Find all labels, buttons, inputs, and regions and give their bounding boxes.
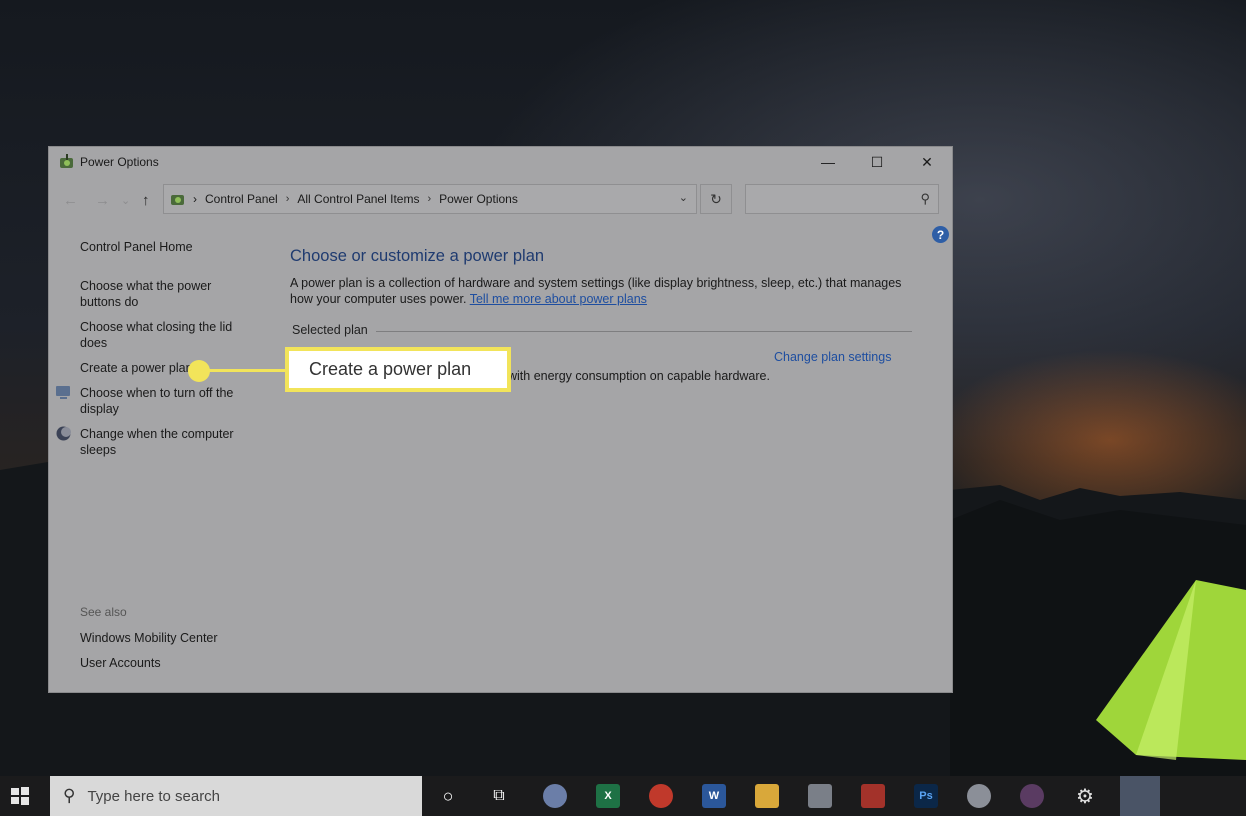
slack-icon[interactable] [1020, 784, 1044, 808]
mail-icon[interactable] [1120, 776, 1160, 816]
taskbar: ⚲ Type here to search ○ ⧉ X W Ps ⚙ [0, 776, 1246, 816]
callout-label: Create a power plan [285, 347, 511, 392]
search-input[interactable]: ⚲ [745, 184, 939, 214]
maximize-button[interactable]: ☐ [854, 147, 900, 177]
divider [376, 331, 912, 332]
file-explorer-icon[interactable] [755, 784, 779, 808]
sidebar-item-power-buttons[interactable]: Choose what the power buttons do [80, 278, 255, 310]
breadcrumb-all-items[interactable]: All Control Panel Items [297, 192, 419, 206]
breadcrumb-separator: › [427, 193, 432, 205]
up-arrow-icon[interactable]: ↑ [142, 192, 150, 209]
taskbar-search-box[interactable]: ⚲ Type here to search [50, 776, 422, 816]
sidebar-item-control-panel-home[interactable]: Control Panel Home [80, 239, 255, 255]
search-icon: ⚲ [63, 786, 76, 805]
chrome-icon[interactable] [649, 784, 673, 808]
callout-dot [188, 360, 210, 382]
see-also-label: See also [80, 605, 127, 619]
task-view-icon[interactable]: ⧉ [487, 784, 511, 808]
close-button[interactable]: ✕ [904, 147, 950, 177]
address-dropdown-icon[interactable]: ⌄ [679, 191, 688, 204]
paint-icon[interactable] [543, 784, 567, 808]
taskbar-search-placeholder: Type here to search [87, 787, 221, 805]
recent-locations-chevron-icon[interactable]: ⌄ [121, 194, 130, 207]
word-icon[interactable]: W [702, 784, 726, 808]
refresh-icon: ↻ [710, 190, 722, 207]
search-icon: ⚲ [920, 191, 930, 206]
address-bar[interactable]: › Control Panel › All Control Panel Item… [163, 184, 697, 214]
page-description: A power plan is a collection of hardware… [290, 275, 925, 307]
navigation-bar: ← → ⌄ ↑ › Control Panel › All Control Pa… [49, 183, 952, 217]
power-options-icon [60, 154, 73, 168]
tool-icon[interactable] [861, 784, 885, 808]
refresh-button[interactable]: ↻ [700, 184, 732, 214]
power-options-icon [171, 195, 184, 205]
back-arrow-icon[interactable]: ← [63, 192, 78, 209]
network-icon[interactable] [808, 784, 832, 808]
sidebar-item-create-power-plan[interactable]: Create a power plan [80, 360, 255, 376]
callout-connector [205, 369, 289, 372]
photoshop-icon[interactable]: Ps [914, 784, 938, 808]
breadcrumb-control-panel[interactable]: Control Panel [205, 192, 278, 206]
help-icon[interactable]: ? [932, 226, 949, 243]
sleep-moon-icon [56, 426, 71, 441]
title-bar[interactable]: Power Options — ☐ ✕ [49, 147, 952, 179]
cortana-icon[interactable]: ○ [436, 784, 460, 808]
see-also-mobility-center[interactable]: Windows Mobility Center [80, 630, 255, 646]
sidebar-item-computer-sleeps[interactable]: Change when the computer sleeps [56, 426, 255, 458]
sidebar-item-closing-lid[interactable]: Choose what closing the lid does [80, 319, 255, 351]
selected-plan-label: Selected plan [292, 323, 368, 337]
forward-arrow-icon[interactable]: → [95, 192, 110, 209]
desktop-wallpaper-tent [1096, 580, 1246, 760]
sidebar-item-turn-off-display[interactable]: Choose when to turn off the display [56, 385, 255, 417]
see-also-user-accounts[interactable]: User Accounts [80, 655, 255, 671]
window-title: Power Options [80, 155, 159, 169]
learn-more-link[interactable]: Tell me more about power plans [470, 292, 647, 306]
selected-plan-header: Selected plan [292, 323, 912, 337]
paint-palette-icon[interactable] [967, 784, 991, 808]
settings-icon[interactable]: ⚙ [1073, 784, 1097, 808]
excel-icon[interactable]: X [596, 784, 620, 808]
sidebar-item-label: Choose when to turn off the display [80, 386, 234, 416]
power-options-window: Power Options — ☐ ✕ ← → ⌄ ↑ › Control Pa… [49, 147, 952, 692]
change-plan-settings-link[interactable]: Change plan settings [774, 350, 891, 364]
windows-start-icon[interactable] [10, 786, 30, 806]
display-shield-icon [56, 386, 70, 399]
breadcrumb-separator: › [193, 192, 197, 206]
sidebar-item-label: Change when the computer sleeps [80, 427, 234, 457]
breadcrumb-power-options[interactable]: Power Options [439, 192, 518, 206]
breadcrumb-separator: › [285, 193, 290, 205]
plan-description: with energy consumption on capable hardw… [508, 369, 770, 383]
page-title: Choose or customize a power plan [290, 247, 545, 265]
minimize-button[interactable]: — [805, 147, 851, 177]
